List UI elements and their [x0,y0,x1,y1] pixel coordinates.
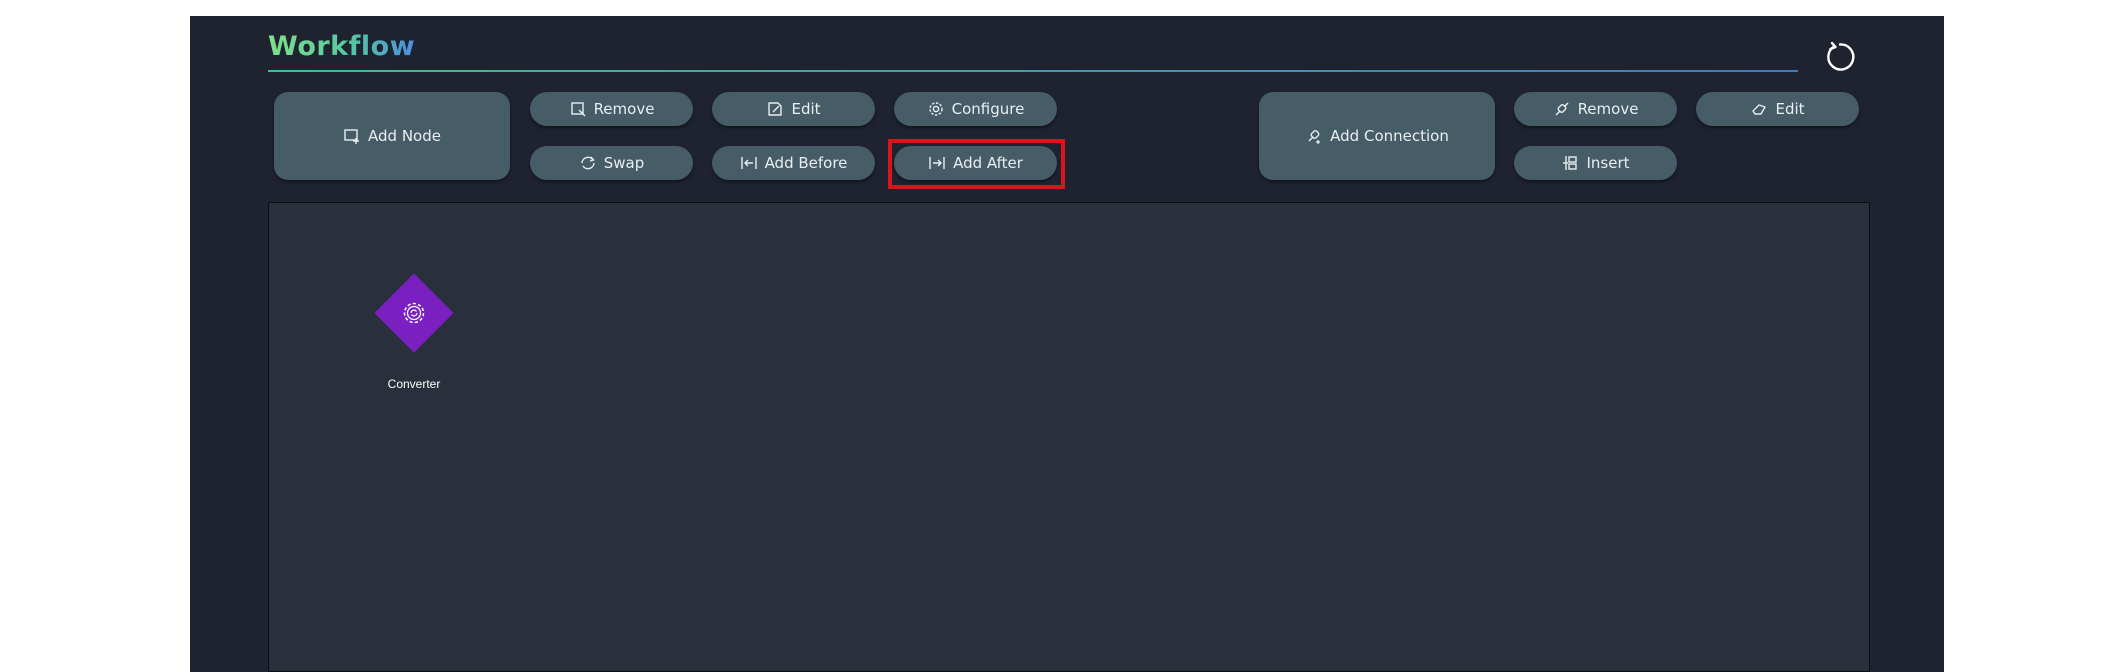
add-after-icon [929,157,945,169]
insert-icon [1563,156,1578,170]
swap-button[interactable]: Swap [530,146,693,180]
refresh-button[interactable] [1820,37,1860,77]
refresh-icon [1827,41,1855,71]
add-after-label: Add After [953,154,1023,172]
workflow-app: Workflow Add Node Remove Edit Configure … [190,16,1944,672]
add-node-label: Add Node [368,127,441,145]
configure-button[interactable]: Configure [894,92,1057,126]
edit-connection-label: Edit [1775,100,1805,118]
insert-button[interactable]: Insert [1514,146,1677,180]
add-node-icon [344,129,360,144]
edit-node-label: Edit [791,100,821,118]
converter-gear-icon [403,302,425,324]
remove-connection-icon [1555,102,1569,116]
add-node-button[interactable]: Add Node [274,92,510,180]
workflow-node[interactable]: Converter [374,273,454,391]
configure-label: Configure [951,100,1025,118]
edit-connection-button[interactable]: Edit [1696,92,1859,126]
remove-node-label: Remove [593,100,655,118]
add-before-label: Add Before [764,154,848,172]
node-label: Converter [387,377,441,391]
edit-connection-icon [1752,104,1767,115]
remove-connection-button[interactable]: Remove [1514,92,1677,126]
swap-label: Swap [603,154,645,172]
title-divider [268,70,1798,72]
add-after-button[interactable]: Add After [894,146,1057,180]
add-connection-label: Add Connection [1330,127,1449,145]
insert-label: Insert [1586,154,1630,172]
remove-icon [570,102,586,117]
gear-icon [928,102,943,116]
add-before-button[interactable]: Add Before [712,146,875,180]
edit-node-button[interactable]: Edit [712,92,875,126]
edit-icon [768,102,783,116]
add-connection-icon [1308,130,1321,144]
swap-icon [581,156,595,170]
remove-node-button[interactable]: Remove [530,92,693,126]
add-connection-button[interactable]: Add Connection [1259,92,1495,180]
remove-connection-label: Remove [1577,100,1639,118]
page-title: Workflow [268,31,416,62]
add-before-icon [740,157,757,169]
workflow-canvas[interactable]: Converter [268,202,1870,672]
